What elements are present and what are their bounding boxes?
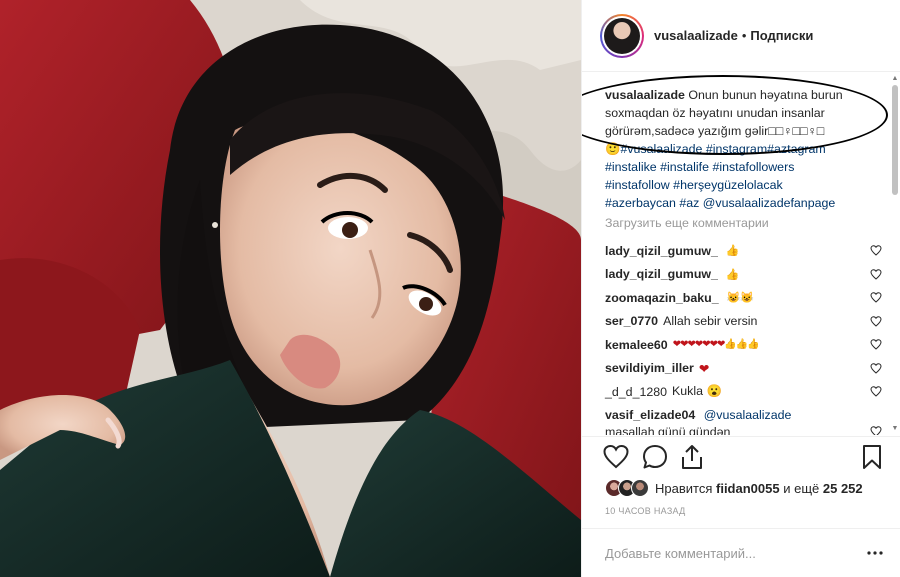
comment-username[interactable]: ser_0770 — [605, 314, 658, 328]
post-photo[interactable] — [0, 0, 581, 577]
heart-icon[interactable] — [602, 443, 630, 471]
comment-icon[interactable] — [641, 443, 669, 471]
scroll-up-arrow-icon[interactable]: ▲ — [891, 75, 899, 83]
hashtags-line-1[interactable]: #vusalaalizade #instagram#aztagram — [620, 142, 825, 156]
likes-count[interactable]: 25 252 — [823, 481, 863, 496]
comment-list: lady_qizil_gumuw_ 👍 lady_qizil_gumuw_ 👍 … — [605, 239, 890, 435]
heart-icon[interactable] — [870, 292, 882, 303]
comment-username[interactable]: lady_qizil_gumuw_ — [605, 244, 718, 258]
hashtags-line-2[interactable]: #instalike #instalife #instafollowers — [605, 160, 794, 174]
hashtags-line-4[interactable]: #azerbaycan #az @vusalaalizadefanpage — [605, 196, 835, 210]
comment-row: lady_qizil_gumuw_ 👍 — [605, 239, 890, 263]
bookmark-icon[interactable] — [858, 443, 886, 471]
comment-row: _d_d_1280 Kukla 😮 — [605, 380, 890, 404]
comment-text: masallah günü gündən — [605, 424, 731, 436]
comments-scrollbar[interactable]: ▲ ▼ — [891, 75, 899, 433]
heart-icon[interactable] — [870, 362, 882, 374]
comments-area: vusalaalizade Onun bunun həyatına burun … — [582, 73, 900, 435]
comment-username[interactable]: vasif_elizade04 — [605, 408, 695, 422]
caption-username[interactable]: vusalaalizade — [605, 88, 685, 102]
comment-username[interactable]: zoomaqazin_baku_ — [605, 291, 719, 305]
comment-text: 👍 — [725, 245, 740, 258]
load-more-comments-button[interactable]: Загрузить еще комментарии — [605, 216, 769, 230]
add-comment-bar — [582, 528, 900, 577]
heart-icon[interactable] — [870, 315, 882, 327]
post-header: vusalaalizade • Подписки — [582, 0, 900, 72]
comment-text: 👍 — [725, 268, 740, 281]
comment-mention[interactable]: @vusalaalizade — [704, 408, 792, 422]
comment-username[interactable]: sevildiyim_iller — [605, 361, 694, 375]
comment-row: kemalee60 ❤❤❤❤❤❤❤👍👍👍 — [605, 333, 890, 357]
liker-avatars — [605, 479, 649, 497]
heart-icon[interactable] — [870, 386, 882, 397]
comment-text: 😺😺 — [726, 292, 755, 305]
comment-username[interactable]: lady_qizil_gumuw_ — [605, 267, 718, 281]
portrait-image — [0, 0, 581, 577]
comment-row: vasif_elizade04 @vusalaalizade masallah … — [605, 404, 890, 436]
header-separator: • — [741, 28, 747, 43]
likes-prefix: Нравится — [655, 480, 713, 496]
following-button[interactable]: Подписки — [750, 28, 813, 43]
comment-text: Allah sebir versin — [663, 314, 758, 329]
comment-row: sevildiyim_iller ❤ — [605, 357, 890, 381]
comment-text: ❤ — [698, 361, 710, 376]
heart-icon[interactable] — [870, 425, 882, 436]
comment-row: ser_0770 Allah sebir versin — [605, 310, 890, 334]
avatar[interactable] — [600, 13, 644, 58]
comment-text: ❤❤❤❤❤❤❤👍👍👍 — [672, 339, 760, 351]
comment-row: lady_qizil_gumuw_ 👍 — [605, 263, 890, 287]
post-timestamp[interactable]: 10 ЧАСОВ НАЗАД — [605, 506, 686, 516]
hashtags-line-3[interactable]: #instafollow #herşeygüzelolacak — [605, 178, 783, 192]
caption-boxes: □□♀□□♀□ — [768, 124, 825, 138]
more-icon[interactable] — [867, 547, 883, 559]
post-sidebar: vusalaalizade • Подписки vusalaalizade O… — [581, 0, 900, 577]
caption-emoji: 🙂 — [605, 142, 621, 156]
likes-middle: и ещё — [783, 480, 820, 496]
scroll-thumb[interactable] — [892, 85, 898, 195]
likes-summary[interactable]: Нравится fiidan0055 и ещё 25 252 — [605, 476, 863, 500]
heart-icon[interactable] — [870, 339, 882, 350]
scroll-down-arrow-icon[interactable]: ▼ — [891, 425, 899, 433]
comment-username[interactable]: _d_d_1280 — [605, 385, 667, 399]
avatar — [631, 479, 649, 497]
heart-icon[interactable] — [870, 268, 882, 280]
comment-row: zoomaqazin_baku_ 😺😺 — [605, 286, 890, 310]
post-caption: vusalaalizade Onun bunun həyatına burun … — [605, 86, 885, 212]
likes-user[interactable]: fiidan0055 — [716, 481, 780, 496]
header-username[interactable]: vusalaalizade — [654, 28, 738, 43]
share-icon[interactable] — [678, 443, 706, 471]
heart-icon[interactable] — [870, 245, 882, 256]
action-bar — [582, 436, 900, 476]
comment-input[interactable] — [605, 545, 855, 561]
comment-username[interactable]: kemalee60 — [605, 338, 668, 352]
comment-text: Kukla 😮 — [672, 384, 722, 399]
avatar-image — [604, 17, 640, 54]
